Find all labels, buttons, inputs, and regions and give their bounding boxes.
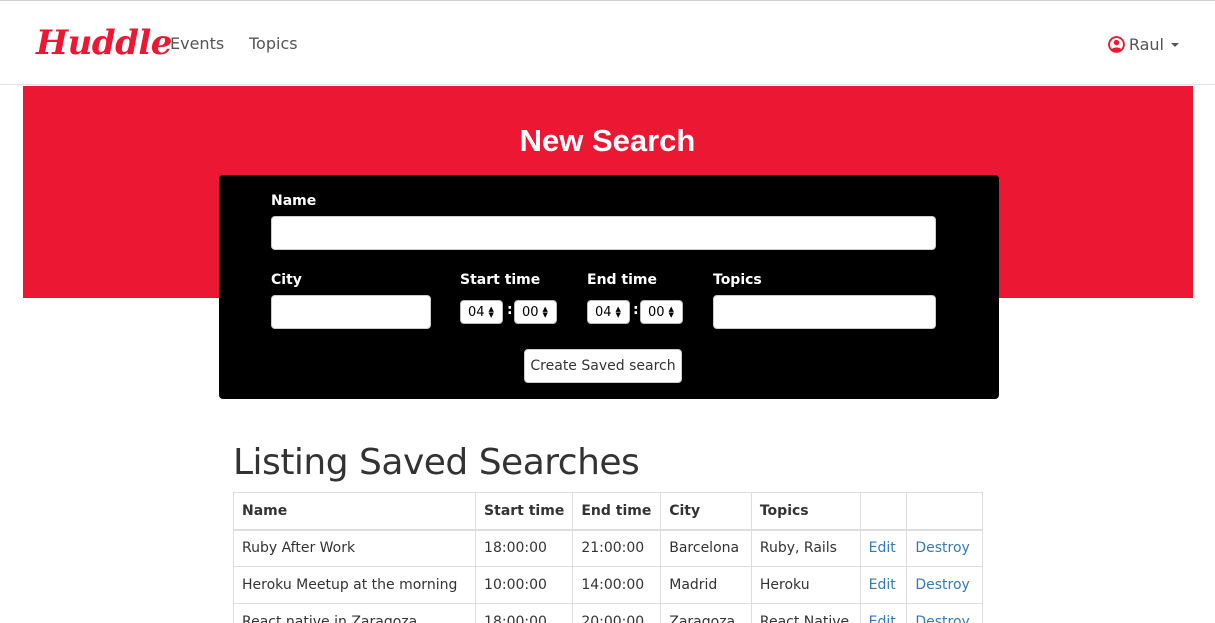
cell-destroy: Destroy — [906, 603, 983, 623]
cell-edit: Edit — [859, 603, 908, 623]
stepper-icon: ▲ ▼ — [615, 305, 621, 319]
end-time-label: End time — [587, 272, 657, 288]
city-label: City — [271, 272, 302, 288]
cell-name: Ruby After Work — [232, 529, 477, 567]
end-minute-value: 00 — [648, 304, 665, 320]
nav-link-topics[interactable]: Topics — [249, 32, 298, 56]
table-header-row: Name Start time End time City Topics — [232, 492, 983, 531]
cell-edit: Edit — [859, 566, 908, 604]
table-row: Ruby After Work 18:00:00 21:00:00 Barcel… — [232, 529, 983, 567]
cell-topics: Ruby, Rails — [750, 529, 861, 567]
table-row: Heroku Meetup at the morning 10:00:00 14… — [232, 566, 983, 604]
edit-link[interactable]: Edit — [869, 540, 896, 556]
listing-title: Listing Saved Searches — [233, 442, 640, 483]
cell-start-time: 18:00:00 — [475, 603, 574, 623]
edit-link[interactable]: Edit — [869, 577, 896, 593]
cell-start-time: 10:00:00 — [475, 566, 574, 604]
time-separator: : — [633, 302, 639, 318]
city-field[interactable] — [271, 295, 431, 329]
cell-end-time: 14:00:00 — [572, 566, 662, 604]
brand-logo[interactable]: Huddle — [36, 19, 172, 67]
column-header-start-time: Start time — [475, 492, 574, 531]
start-hour-select[interactable]: 04 ▲ ▼ — [460, 300, 503, 324]
search-form: Name City Start time 04 ▲ ▼ : 00 ▲ ▼ End t… — [219, 175, 999, 399]
column-header-end-time: End time — [572, 492, 662, 531]
saved-searches-table: Name Start time End time City Topics Rub… — [232, 492, 983, 623]
destroy-link[interactable]: Destroy — [915, 614, 969, 623]
start-minute-select[interactable]: 00 ▲ ▼ — [514, 300, 557, 324]
stepper-icon: ▲ ▼ — [542, 305, 548, 319]
user-icon — [1107, 35, 1125, 53]
destroy-link[interactable]: Destroy — [915, 540, 969, 556]
create-saved-search-button[interactable]: Create Saved search — [524, 349, 682, 383]
name-field[interactable] — [271, 216, 936, 250]
chevron-down-icon — [1171, 43, 1179, 47]
end-hour-value: 04 — [595, 304, 612, 320]
end-minute-select[interactable]: 00 ▲ ▼ — [640, 300, 683, 324]
column-header-city: City — [660, 492, 752, 531]
page-title: New Search — [519, 123, 696, 158]
stepper-icon: ▲ ▼ — [668, 305, 674, 319]
cell-name: Heroku Meetup at the morning — [232, 566, 477, 604]
end-hour-select[interactable]: 04 ▲ ▼ — [587, 300, 630, 324]
cell-destroy: Destroy — [906, 529, 983, 567]
column-header-destroy — [906, 492, 983, 531]
cell-end-time: 20:00:00 — [572, 603, 662, 623]
cell-edit: Edit — [859, 529, 908, 567]
cell-city: Madrid — [660, 566, 752, 604]
column-header-edit — [859, 492, 908, 531]
topics-label: Topics — [713, 272, 762, 288]
start-time-label: Start time — [460, 272, 541, 288]
stepper-icon: ▲ ▼ — [488, 305, 494, 319]
time-separator: : — [507, 302, 513, 318]
name-label: Name — [271, 193, 317, 209]
navbar: Huddle Events Topics Raul — [0, 0, 1215, 85]
cell-topics: Heroku — [750, 566, 861, 604]
user-menu[interactable]: Raul — [1107, 32, 1179, 56]
start-minute-value: 00 — [522, 304, 539, 320]
cell-start-time: 18:00:00 — [475, 529, 574, 567]
cell-city: Zaragoza — [660, 603, 752, 623]
edit-link[interactable]: Edit — [869, 614, 896, 623]
cell-destroy: Destroy — [906, 566, 983, 604]
table-row: React native in Zaragoza 18:00:00 20:00:… — [232, 603, 983, 623]
cell-topics: React Native — [750, 603, 861, 623]
cell-name: React native in Zaragoza — [232, 603, 477, 623]
column-header-name: Name — [232, 492, 477, 531]
start-hour-value: 04 — [468, 304, 485, 320]
cell-city: Barcelona — [660, 529, 752, 567]
column-header-topics: Topics — [750, 492, 861, 531]
destroy-link[interactable]: Destroy — [915, 577, 969, 593]
nav-link-events[interactable]: Events — [170, 32, 224, 56]
cell-end-time: 21:00:00 — [572, 529, 662, 567]
topics-field[interactable] — [713, 295, 936, 329]
user-name: Raul — [1128, 34, 1164, 54]
